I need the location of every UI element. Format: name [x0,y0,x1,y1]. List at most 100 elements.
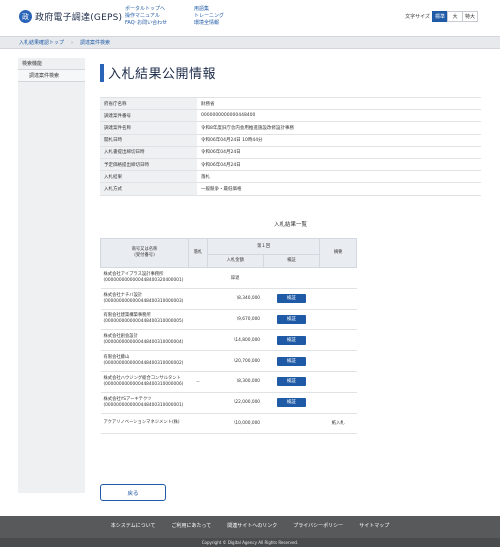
bid-amount: \8,340,000 [207,288,264,310]
info-value: 財務省 [197,96,481,111]
col-header-verify: 検証 [262,254,321,268]
col-header-note: 摘要 [319,238,357,268]
info-value: 落札 [197,170,481,184]
note-cell [319,267,357,289]
verify-cell: 検証 [263,309,320,331]
verify-button[interactable]: 検証 [276,314,306,324]
bid-amount: 辞退 [207,267,264,289]
bidder-cell: 株式会社ハウジング総合コンサルタント (000000000000044840031… [100,371,189,393]
breadcrumb-item-search[interactable]: 調達案件検索 [80,39,110,46]
award-cell [188,413,208,435]
award-cell [188,392,208,414]
info-key: 入札結果 [100,170,197,184]
table-row: 株式会社ナチバ設計 (0000000000000448400310000003) \… [100,288,357,310]
header-links-col1: ポータルトップへ 操作マニュアル FAQ･お問い合わせ [125,6,167,27]
note-cell [319,309,357,331]
bidder-receipt-number: (0000000000000448400310000005) [103,319,184,325]
bid-amount: \22,000,000 [207,392,264,414]
table-row: 株式会社創会設計 (0000000000000448400310000004) \1… [100,329,357,352]
font-size-large-button[interactable]: 大 [447,11,463,22]
bid-amount: \14,800,000 [207,329,264,352]
info-value: 令和06年04月24日 [197,145,481,159]
info-row: 入札結果 落札 [100,170,481,184]
sidebar-item-case-search[interactable]: 調達案件検索 [18,70,85,82]
portal-top-link[interactable]: ポータルトップへ [125,6,167,13]
info-row: 府省庁名称 財務省 [100,96,481,111]
note-cell [319,329,357,352]
info-key: 調達案件番号 [100,109,197,123]
info-value: 一般競争・最低価格 [197,182,481,196]
title-accent-bar [100,64,104,82]
info-key: 入札方式 [100,182,197,196]
award-cell [188,350,208,372]
award-cell [188,329,208,352]
note-cell [319,350,357,372]
table-row: 株式会社ハウジング総合コンサルタント (000000000000044840031… [100,371,357,393]
faq-link[interactable]: FAQ･お問い合わせ [125,20,167,27]
footer-link[interactable]: 関連サイトへのリンク [227,522,277,529]
verify-button[interactable]: 検証 [276,377,306,387]
training-link[interactable]: トレーニング [194,13,224,20]
bidder-name: 株式会社ハウジング総合コンサルタント [103,375,181,381]
footer-link[interactable]: 本システムについて [111,522,156,529]
bidder-receipt-number: (0000000000000448400310000006) [103,381,184,387]
font-size-standard-button[interactable]: 標準 [432,11,448,22]
verify-cell: 検証 [263,329,320,352]
bidder-cell: 有限会社藤山 (0000000000000448400310000002) [100,350,189,372]
verify-button[interactable]: 検証 [276,356,306,366]
info-value: 令和06年04月24日 10時44分 [197,133,481,147]
case-info-table: 府省庁名称 財務省 調達案件番号 0000000000000448400 調達案件名称令… [100,96,481,196]
verify-button[interactable]: 検証 [276,398,306,408]
col-header-round: 第１回 [206,238,321,255]
table-row: 株式会社アイプラス設計事務所 (0000000000000448400320400… [100,267,357,289]
bidder-receipt-number: (0000000000000448400320400001) [103,277,184,283]
back-button[interactable]: 戻る [100,484,166,501]
table-row: 株式会社YSアーキテクツ (000000000000044840031000000… [100,392,357,414]
info-value: 0000000000000448400 [197,109,481,123]
award-cell [188,309,208,331]
logo-text: 政府電子調達(GEPS) [35,13,123,23]
results-table: 商号又は名称 (受付番号) 落札 第１回 摘要 入札金額 検証 株式会社アイプラス… [100,238,357,435]
bid-amount: \20,700,000 [207,350,264,372]
bidder-receipt-number: (0000000000000448400310000004) [103,340,184,346]
info-row: 調達案件番号 0000000000000448400 [100,109,481,123]
info-key: 開札日時 [100,133,197,147]
bidder-cell: 有限会社建築構築事務所 (0000000000000448400310000005… [100,309,189,331]
bid-amount: \8,300,000 [207,371,264,393]
note-cell [319,371,357,393]
table-row: 有限会社建築構築事務所 (0000000000000448400310000005… [100,309,357,331]
breadcrumb-item-top[interactable]: 入札結果確認トップ [19,39,64,46]
logo[interactable]: 政 政府電子調達(GEPS) [19,10,122,23]
bidder-name: アクアリノベーションマネジメント(株) [103,420,180,426]
header: 政 政府電子調達(GEPS) ポータルトップへ 操作マニュアル FAQ･お問い合… [0,0,500,33]
font-size-xlarge-button[interactable]: 特大 [462,11,478,22]
verify-button[interactable]: 検証 [276,294,306,304]
font-size-label: 文字サイズ [405,14,430,20]
award-cell [188,267,208,289]
footer-link[interactable]: サイトマップ [359,522,389,529]
award-cell [188,288,208,310]
footer-link[interactable]: ご利用にあたって [172,522,212,529]
page-title: 入札結果公開情報 [108,67,217,82]
verify-button[interactable]: 検証 [276,335,306,345]
note-cell [319,288,357,310]
results-title: 入札結果一覧 [273,222,307,228]
environment-link[interactable]: 環境全情報 [194,20,224,27]
verify-cell [263,267,320,289]
col-header-award: 落札 [187,238,208,268]
info-value: 令和06年04月24日 [197,157,481,172]
footer-link[interactable]: プライバシーポリシー [293,522,343,529]
breadcrumb: 入札結果確認トップ › 調達案件検索 [0,36,500,49]
table-row: 有限会社藤山 (0000000000000448400310000002) \20,… [100,350,357,372]
award-cell: － [188,371,208,393]
note-cell: 紙入札 [319,413,357,435]
bidder-cell: 株式会社創会設計 (0000000000000448400310000004) [100,329,189,352]
manual-link[interactable]: 操作マニュアル [125,13,167,20]
glossary-link[interactable]: 用語集 [194,6,224,13]
col-header-name-text: 商号又は名称 (受付番号) [131,247,158,258]
bidder-receipt-number: (0000000000000448400310000002) [103,361,184,367]
bidder-cell: 株式会社YSアーキテクツ (000000000000044840031000000… [100,392,189,414]
sidebar: 検索機能 調達案件検索 [18,58,85,493]
info-row: 予定価格提出締切日時 令和06年04月24日 [100,157,481,172]
info-key: 予定価格提出締切日時 [100,157,197,172]
